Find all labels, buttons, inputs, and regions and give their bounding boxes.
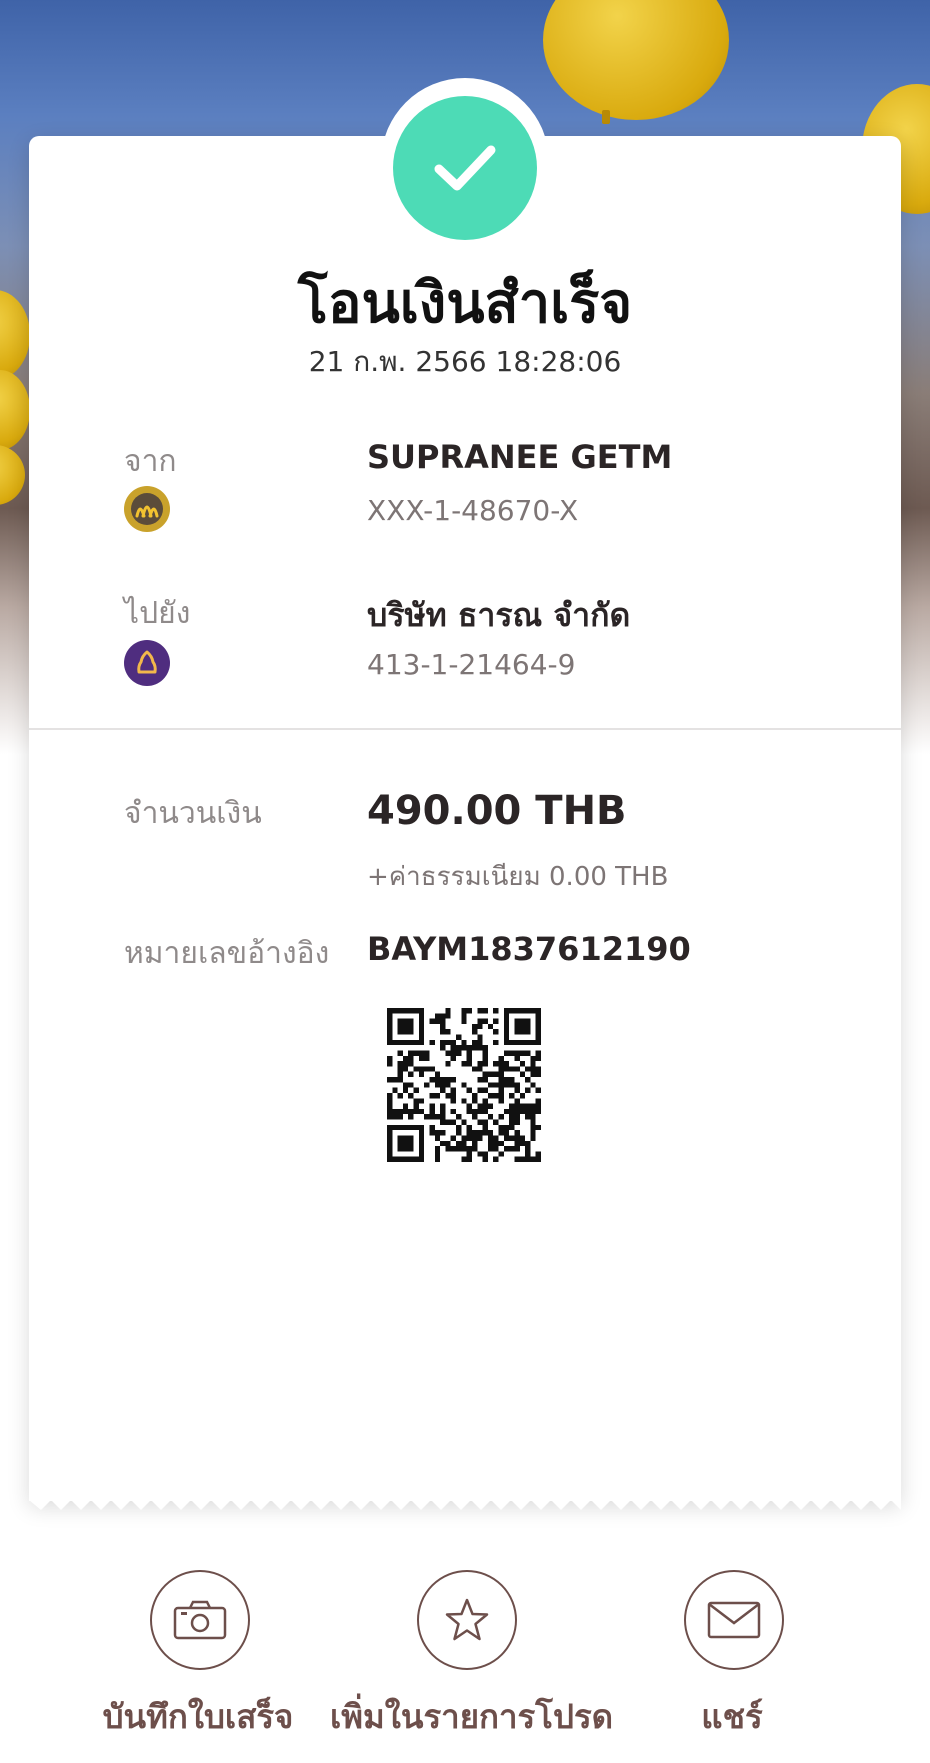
qr-code <box>387 1008 541 1162</box>
transaction-datetime: 21 ก.พ. 2566 18:28:06 <box>308 345 622 378</box>
section-divider <box>29 728 901 730</box>
reference-label: หมายเลขอ้างอิง <box>124 936 330 971</box>
amount-value: 490.00 THB <box>367 788 627 834</box>
reference-number: BAYM1837612190 <box>367 930 691 968</box>
to-account-number: 413-1-21464-9 <box>367 648 576 681</box>
page-title: โอนเงินสำเร็จ <box>297 271 633 336</box>
save-receipt-label[interactable]: บันทึกใบเสร็จ <box>98 1690 298 1743</box>
from-label: จาก <box>124 444 177 479</box>
amount-label: จำนวนเงิน <box>124 796 262 831</box>
scb-bank-icon <box>124 640 170 686</box>
from-account-name: SUPRANEE GETM <box>367 438 673 476</box>
fee-text: +ค่าธรรมเนียม 0.00 THB <box>367 862 669 892</box>
star-icon <box>445 1598 489 1641</box>
save-receipt-button[interactable] <box>150 1570 250 1670</box>
envelope-icon <box>707 1601 761 1639</box>
receipt-torn-edge <box>29 1490 901 1510</box>
to-label: ไปยัง <box>124 596 191 631</box>
from-account-number: XXX-1-48670-X <box>367 494 579 527</box>
to-account-name: บริษัท ธารณ จำกัด <box>367 596 631 634</box>
add-favorite-label[interactable]: เพิ่มในรายการโปรด <box>330 1690 613 1743</box>
share-button[interactable] <box>684 1570 784 1670</box>
camera-icon <box>173 1600 227 1640</box>
add-favorite-button[interactable] <box>417 1570 517 1670</box>
share-label[interactable]: แชร์ <box>660 1690 804 1743</box>
krungsri-bank-icon <box>124 486 170 532</box>
success-check-icon <box>393 96 537 240</box>
